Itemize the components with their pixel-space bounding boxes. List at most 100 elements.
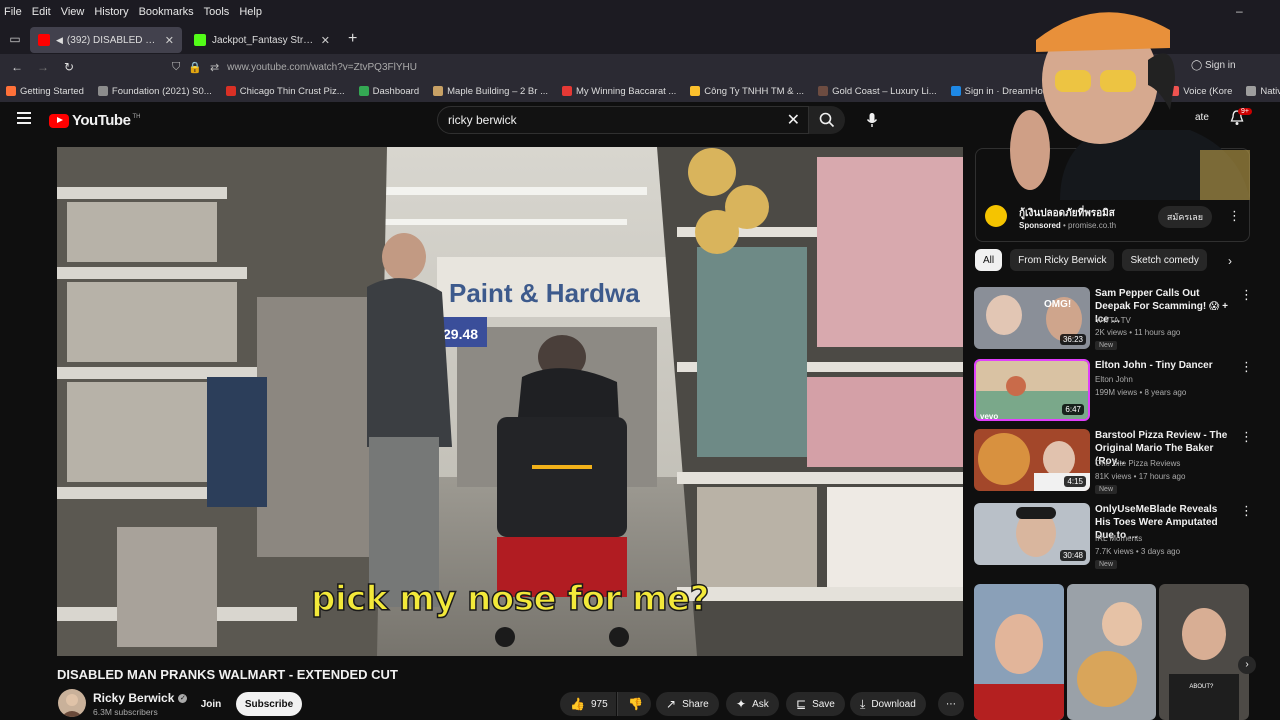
forward-icon[interactable]: → (30, 60, 56, 74)
bookmark-favicon-icon (358, 86, 369, 96)
channel-name[interactable]: Ricky Berwick ✓ (93, 691, 188, 705)
search-button[interactable] (809, 106, 845, 134)
chip-all[interactable]: All (975, 249, 1003, 271)
tab-kick[interactable]: Jackpot_Fantasy Stream - Wat ✕ (186, 27, 338, 53)
ask-button[interactable]: ✦ Ask (726, 692, 779, 716)
close-tab-icon[interactable]: ✕ (321, 34, 330, 47)
microphone-icon (866, 113, 878, 127)
dislike-button[interactable]: 👎 (617, 692, 651, 716)
chevron-right-icon[interactable]: › (1238, 656, 1256, 674)
lock-icon[interactable]: 🔒 (188, 61, 202, 74)
bookmark-item[interactable]: Dashboard (358, 86, 419, 97)
more-horizontal-icon: ⋯ (946, 698, 956, 710)
menu-icon[interactable] (17, 112, 31, 124)
permissions-icon[interactable]: ⇄ (210, 61, 219, 74)
close-tab-icon[interactable]: ✕ (165, 34, 174, 47)
more-vertical-icon[interactable]: ⋮ (1240, 287, 1253, 303)
download-icon: ⤓ (860, 696, 866, 711)
menu-help[interactable]: Help (239, 6, 262, 18)
video-caption: pick my nose for me? (310, 578, 710, 620)
ad-sponsored-label: Sponsored • promise.co.th (1019, 221, 1117, 230)
channel-name[interactable]: YATTA TV (1095, 316, 1131, 325)
menu-bookmarks[interactable]: Bookmarks (139, 6, 194, 18)
shield-icon[interactable]: ⛉ (172, 61, 180, 74)
bookmark-favicon-icon (950, 86, 961, 96)
more-vertical-icon[interactable]: ⋮ (1240, 503, 1253, 519)
join-button[interactable]: Join (195, 692, 227, 716)
like-button[interactable]: 👍 975 (560, 692, 616, 716)
bookmark-favicon-icon (690, 86, 701, 96)
bookmark-favicon-icon (818, 86, 829, 96)
streamer-webcam-overlay (1000, 0, 1280, 200)
search-input[interactable]: ricky berwick ✕ (437, 106, 809, 134)
chip-sketch-comedy[interactable]: Sketch comedy (1122, 249, 1207, 271)
url-bar[interactable]: ⛉ 🔒 ⇄ www.youtube.com/watch?v=ZtvPQ3FlYH… (172, 61, 417, 74)
menu-edit[interactable]: Edit (32, 6, 51, 18)
channel-name[interactable]: IRL Moments (1095, 534, 1142, 543)
channel-name[interactable]: Elton John (1095, 375, 1133, 384)
thumbs-down-icon: 👎 (628, 697, 643, 711)
back-icon[interactable]: ← (4, 60, 30, 74)
menu-history[interactable]: History (94, 6, 128, 18)
video-thumbnail[interactable]: 30:48 (974, 503, 1090, 565)
recommendation-item[interactable]: 4:15 Barstool Pizza Review - The Origina… (974, 429, 1254, 495)
tab-title: Jackpot_Fantasy Stream - Wat (212, 34, 315, 46)
kick-favicon-icon (194, 34, 206, 46)
menu-view[interactable]: View (61, 6, 85, 18)
video-thumbnail[interactable]: vevo 6:47 (974, 359, 1090, 421)
channel-avatar[interactable] (58, 689, 86, 717)
ad-title: กู้เงินปลอดภัยที่พรอมิส (1019, 208, 1115, 219)
youtube-logo[interactable]: YouTube TH (49, 112, 140, 129)
clear-search-icon[interactable]: ✕ (787, 110, 800, 130)
video-meta: 2K views • 11 hours ago (1095, 328, 1181, 337)
new-tab-icon[interactable]: + (348, 30, 357, 48)
channel-name[interactable]: One Bite Pizza Reviews (1095, 459, 1180, 468)
subscribe-button[interactable]: Subscribe (236, 692, 302, 716)
more-vertical-icon[interactable]: ⋮ (1240, 429, 1253, 445)
menu-file[interactable]: File (4, 6, 22, 18)
filter-chips: All From Ricky Berwick Sketch comedy (975, 249, 1215, 271)
svg-text:OMG!: OMG! (1044, 299, 1071, 310)
bookmark-item[interactable]: Maple Building – 2 Br ... (433, 86, 548, 97)
share-icon: ↗ (666, 697, 677, 711)
share-button[interactable]: ↗ Share (656, 692, 719, 716)
video-player[interactable]: Paint & Hardwa 29.48 pick my nose for me… (57, 147, 963, 656)
short-thumbnail[interactable] (974, 584, 1064, 720)
video-meta: 199M views • 8 years ago (1095, 388, 1187, 397)
more-vertical-icon[interactable]: ⋮ (1240, 359, 1253, 375)
download-button[interactable]: ⤓ Download (850, 692, 926, 716)
short-thumbnail[interactable]: ABOUT? (1159, 584, 1250, 720)
bookmark-item[interactable]: Công Ty TNHH TM & ... (690, 86, 804, 97)
voice-search-button[interactable] (857, 106, 887, 134)
video-thumbnail[interactable]: 4:15 (974, 429, 1090, 491)
bookmark-item[interactable]: Foundation (2021) S0... (97, 86, 212, 97)
recommendation-item[interactable]: OMG! 36:23 Sam Pepper Calls Out Deepak F… (974, 287, 1254, 353)
ad-cta-button[interactable]: สมัครเลย (1158, 206, 1212, 228)
short-thumbnail[interactable] (1066, 584, 1157, 720)
video-duration: 36:23 (1059, 334, 1086, 345)
recommendation-item[interactable]: vevo 6:47 Elton John - Tiny Dancer Elton… (974, 359, 1254, 425)
bookmark-item[interactable]: Getting Started (6, 86, 84, 97)
verified-icon: ✓ (178, 693, 188, 703)
recommendation-item[interactable]: 30:48 OnlyUseMeBlade Reveals His Toes We… (974, 503, 1254, 569)
bookmark-label: Getting Started (20, 85, 84, 97)
tab-youtube[interactable]: ◀ (392) DISABLED MAN PRANK ✕ (30, 27, 182, 53)
chevron-right-icon[interactable]: › (1228, 254, 1232, 268)
bookmark-favicon-icon (6, 86, 16, 96)
save-button[interactable]: ⊑ Save (786, 692, 845, 716)
reload-icon[interactable]: ↻ (56, 60, 82, 74)
video-thumbnail[interactable]: OMG! 36:23 (974, 287, 1090, 349)
menu-tools[interactable]: Tools (204, 6, 230, 18)
bookmark-item[interactable]: My Winning Baccarat ... (561, 86, 676, 97)
more-actions-button[interactable]: ⋯ (938, 692, 964, 716)
video-title[interactable]: Elton John - Tiny Dancer (1095, 359, 1235, 372)
youtube-favicon-icon (38, 34, 50, 46)
audio-icon[interactable]: ◀ (56, 35, 63, 46)
bookmark-item[interactable]: Gold Coast – Luxury Li... (818, 86, 937, 97)
svg-text:29.48: 29.48 (443, 326, 478, 342)
video-title: DISABLED MAN PRANKS WALMART - EXTENDED C… (57, 667, 398, 682)
tab-list-icon[interactable]: ▭ (0, 32, 30, 46)
chip-from-channel[interactable]: From Ricky Berwick (1010, 249, 1115, 271)
ad-more-icon[interactable]: ⋮ (1228, 208, 1241, 224)
bookmark-item[interactable]: Chicago Thin Crust Piz... (225, 86, 345, 97)
